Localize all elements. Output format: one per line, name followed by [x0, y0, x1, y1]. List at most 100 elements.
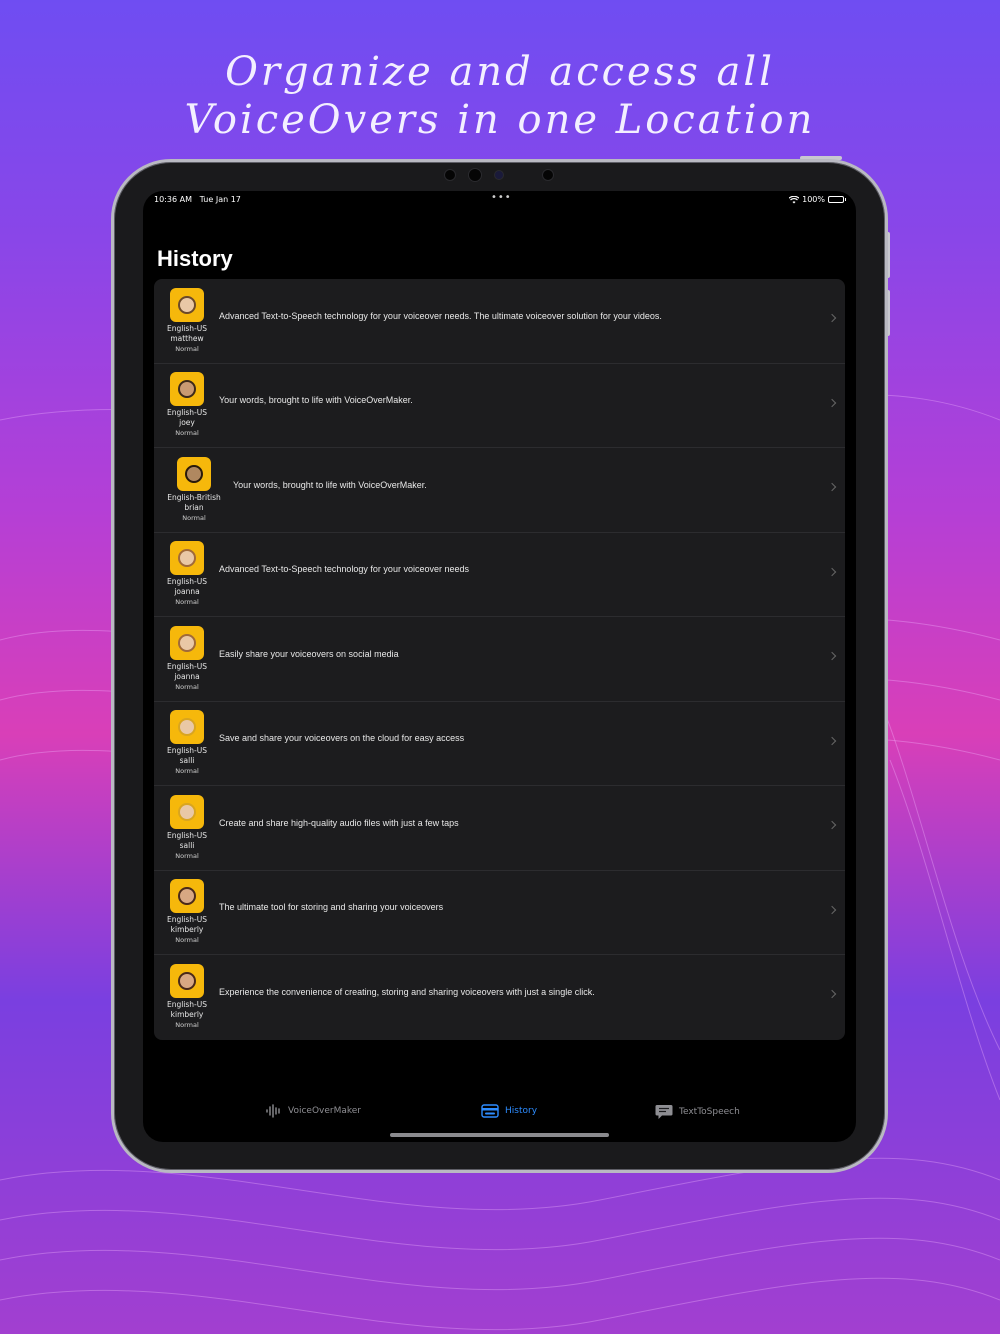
history-text: Create and share high-quality audio file…: [219, 817, 459, 828]
voice-name: joanna: [174, 671, 200, 681]
camera-bar: [0, 166, 1000, 184]
page-title: History: [157, 246, 233, 271]
avatar-face-icon: [178, 295, 196, 314]
battery-percent: 100%: [802, 195, 825, 204]
avatar: [170, 287, 204, 322]
voice-name: brian: [184, 502, 204, 512]
headline-line-2: VoiceOvers in one Location: [184, 97, 816, 143]
battery-icon: [828, 196, 846, 203]
history-text: Easily share your voiceovers on social m…: [219, 648, 399, 659]
sensor-icon: [444, 169, 456, 181]
voice-style: Normal: [175, 429, 199, 438]
voice-name: salli: [179, 840, 195, 850]
voice-style: Normal: [175, 344, 199, 353]
speech-bubble-icon: [655, 1105, 673, 1119]
multitasking-dots[interactable]: •••: [491, 192, 512, 203]
avatar-face-icon: [178, 802, 196, 821]
tab-label: VoiceOverMaker: [288, 1106, 362, 1116]
voice-info: English-US joanna Normal: [155, 541, 219, 607]
voice-info: English-US kimberly Normal: [155, 964, 219, 1030]
voice-language: English-US: [166, 915, 208, 925]
history-row[interactable]: English-US joanna Normal Easily share yo…: [154, 617, 845, 702]
card-icon: [481, 1104, 499, 1118]
voice-info: English-US joey Normal: [155, 372, 219, 438]
tab-texttospeech[interactable]: TextToSpeech: [655, 1104, 740, 1120]
voice-language: English-US: [166, 1000, 208, 1010]
voice-info: English-British brian Normal: [155, 456, 233, 523]
history-row[interactable]: English-British brian Normal Your words,…: [154, 448, 845, 533]
avatar: [170, 710, 204, 745]
waveform-icon: [266, 1104, 280, 1118]
history-text: Your words, brought to life with VoiceOv…: [219, 395, 413, 406]
voice-info: English-US salli Normal: [155, 794, 219, 861]
history-list: English-US matthew Normal Advanced Text-…: [154, 279, 845, 1040]
history-row[interactable]: English-US salli Normal Create and share…: [154, 786, 845, 871]
avatar: [170, 541, 204, 576]
status-time: 10:36 AM Tue Jan 17: [154, 195, 241, 204]
history-text: Your words, brought to life with VoiceOv…: [233, 479, 427, 490]
history-row[interactable]: English-US salli Normal Save and share y…: [154, 702, 845, 786]
voice-language: English-US: [166, 408, 208, 418]
status-bar: 10:36 AM Tue Jan 17 ••• 100%: [143, 191, 856, 211]
headline: Organize and access all VoiceOvers in on…: [0, 48, 1000, 144]
voice-name: joey: [179, 418, 195, 428]
history-text: Advanced Text-to-Speech technology for y…: [219, 310, 662, 321]
avatar-face-icon: [185, 464, 203, 483]
history-text: The ultimate tool for storing and sharin…: [219, 902, 444, 913]
voice-info: English-US matthew Normal: [155, 287, 219, 354]
voice-name: kimberly: [170, 925, 204, 935]
voice-language: English-US: [166, 830, 208, 840]
history-row[interactable]: English-US matthew Normal Advanced Text-…: [154, 279, 845, 364]
avatar: [170, 879, 204, 914]
tab-bar: VoiceOverMaker History TextToSpeech: [143, 1096, 856, 1136]
voice-style: Normal: [175, 598, 199, 607]
voice-name: matthew: [170, 333, 204, 343]
avatar: [177, 456, 211, 491]
avatar-face-icon: [178, 549, 196, 568]
voice-info: English-US kimberly Normal: [155, 879, 219, 945]
history-row[interactable]: English-US joey Normal Your words, broug…: [154, 364, 845, 448]
voice-language: English-US: [166, 323, 208, 333]
voice-language: English-US: [166, 577, 208, 587]
voice-info: English-US salli Normal: [155, 710, 219, 776]
voice-language: English-British: [167, 492, 221, 502]
history-row[interactable]: English-US kimberly Normal The ultimate …: [154, 871, 845, 955]
status-right: 100%: [789, 195, 846, 204]
voice-language: English-US: [166, 661, 208, 671]
history-row[interactable]: English-US joanna Normal Advanced Text-t…: [154, 533, 845, 617]
voice-name: kimberly: [170, 1010, 204, 1020]
avatar-face-icon: [178, 380, 196, 399]
history-row[interactable]: English-US kimberly Normal Experience th…: [154, 955, 845, 1040]
voice-style: Normal: [175, 767, 199, 776]
voice-name: joanna: [174, 587, 200, 597]
camera-icon: [468, 168, 482, 182]
sensor-icon: [542, 169, 554, 181]
avatar: [170, 794, 204, 829]
app-screen: 10:36 AM Tue Jan 17 ••• 100% History Eng…: [143, 191, 856, 1142]
voice-info: English-US joanna Normal: [155, 625, 219, 692]
avatar-face-icon: [178, 887, 196, 906]
history-text: Advanced Text-to-Speech technology for y…: [219, 564, 469, 575]
tab-voiceovermaker[interactable]: VoiceOverMaker: [266, 1104, 361, 1118]
tab-label: TextToSpeech: [679, 1107, 740, 1117]
avatar-face-icon: [178, 718, 196, 737]
voice-style: Normal: [182, 513, 206, 522]
avatar-face-icon: [178, 972, 196, 991]
tab-label: History: [505, 1106, 538, 1116]
history-text: Save and share your voiceovers on the cl…: [219, 733, 465, 744]
avatar: [170, 372, 204, 407]
avatar-face-icon: [178, 633, 196, 652]
tab-history[interactable]: History: [481, 1104, 537, 1118]
home-indicator[interactable]: [390, 1133, 609, 1137]
avatar: [170, 625, 204, 660]
voice-style: Normal: [175, 851, 199, 860]
voice-language: English-US: [166, 746, 208, 756]
voice-name: salli: [179, 756, 195, 766]
avatar: [170, 964, 204, 999]
history-text: Experience the convenience of creating, …: [219, 987, 595, 998]
voice-style: Normal: [175, 936, 199, 945]
voice-style: Normal: [175, 682, 199, 691]
wifi-icon: [789, 195, 800, 203]
voice-style: Normal: [175, 1021, 199, 1030]
headline-line-1: Organize and access all: [225, 49, 775, 95]
